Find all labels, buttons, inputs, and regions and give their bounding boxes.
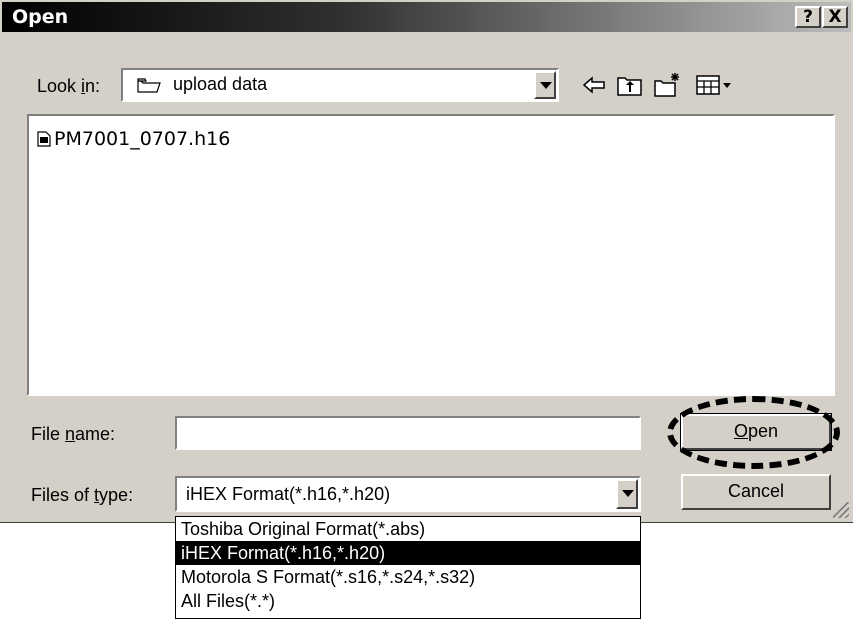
dropdown-option-selected[interactable]: iHEX Format(*.h16,*.h20) [176,541,640,565]
look-in-dropdown-arrow[interactable] [534,71,556,99]
files-of-type-dropdown-list[interactable]: Toshiba Original Format(*.abs) iHEX Form… [175,516,641,619]
up-one-level-icon[interactable] [615,70,645,100]
file-name: PM7001_0707.h16 [54,128,231,150]
dropdown-option[interactable]: All Files(*.*) [176,589,640,613]
open-dialog: Open ? X Look in: upload data PM7001_070… [0,0,853,523]
files-of-type-combo[interactable]: iHEX Format(*.h16,*.h20) [175,476,641,512]
help-button[interactable]: ? [795,6,821,28]
dropdown-option[interactable]: Toshiba Original Format(*.abs) [176,517,640,541]
look-in-combo[interactable]: upload data [121,68,559,102]
folder-icon [137,78,161,93]
new-folder-icon[interactable] [653,70,683,100]
files-of-type-label: Files of type: [31,485,134,505]
view-menu-icon[interactable] [695,70,739,100]
look-in-label: Look in: [37,76,101,96]
dialog-title: Open [12,6,69,28]
dropdown-option[interactable]: Motorola S Format(*.s16,*.s24,*.s32) [176,565,640,589]
list-item[interactable]: PM7001_0707.h16 [37,128,230,150]
highlight-ring [667,396,840,469]
look-in-value: upload data [173,74,268,94]
files-of-type-value: iHEX Format(*.h16,*.h20) [186,484,391,504]
back-arrow-icon[interactable] [580,70,610,100]
file-icon [37,131,51,147]
file-name-label: File name: [31,424,116,444]
file-name-input[interactable] [175,416,641,450]
close-button[interactable]: X [822,6,848,28]
file-list[interactable]: PM7001_0707.h16 [27,114,835,396]
files-of-type-dropdown-arrow[interactable] [616,479,638,509]
resize-grip[interactable] [833,502,849,518]
title-bar: Open ? X [2,2,851,32]
cancel-button[interactable]: Cancel [681,474,831,510]
